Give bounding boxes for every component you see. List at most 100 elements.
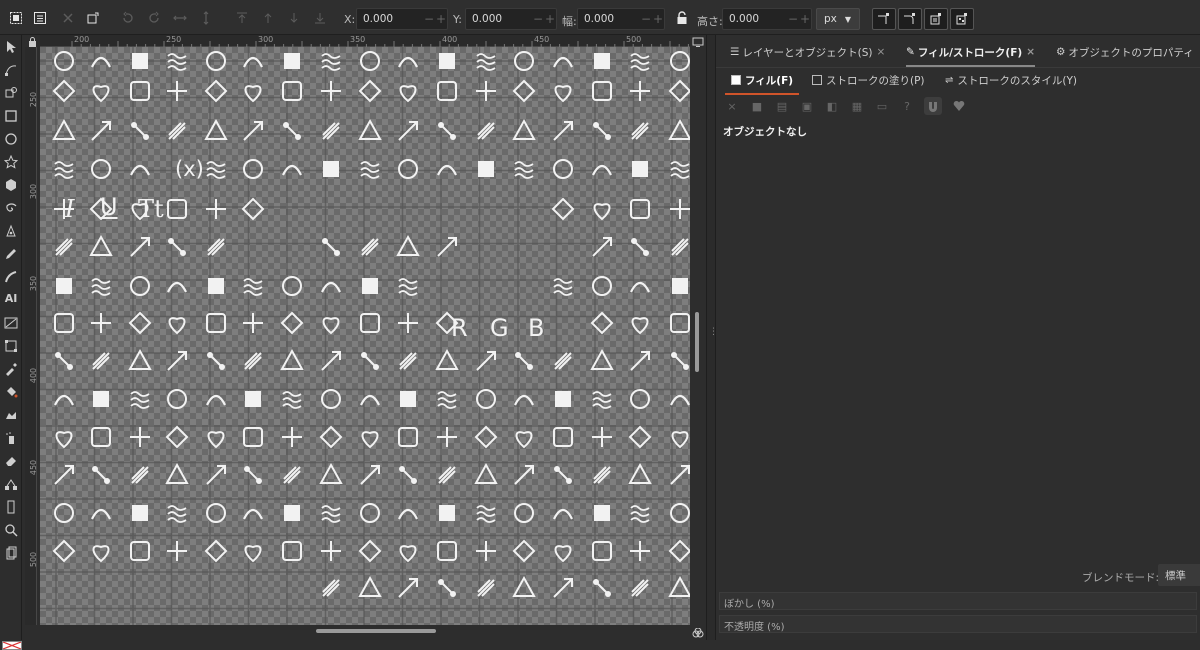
scale-patterns-icon[interactable] — [950, 8, 974, 30]
sheet-icon[interactable] — [239, 309, 267, 337]
rectangle-tool-icon[interactable] — [3, 108, 19, 124]
sheet-icon[interactable] — [549, 47, 577, 75]
y-increment-icon[interactable]: + — [544, 12, 556, 26]
sheet-icon[interactable] — [87, 117, 115, 145]
sheet-icon[interactable] — [510, 537, 538, 565]
sheet-icon[interactable] — [626, 574, 654, 602]
sheet-icon[interactable] — [239, 155, 267, 183]
sheet-icon[interactable] — [588, 461, 616, 489]
sheet-icon[interactable] — [394, 537, 422, 565]
sheet-icon[interactable] — [472, 423, 500, 451]
touch-select-icon[interactable] — [83, 8, 103, 28]
sheet-icon[interactable] — [87, 423, 115, 451]
sheet-icon[interactable] — [394, 461, 422, 489]
sheet-icon[interactable] — [163, 117, 191, 145]
sheet-icon[interactable] — [666, 499, 690, 527]
text-style-glyph[interactable]: Tt — [138, 195, 164, 223]
sheet-icon[interactable] — [87, 499, 115, 527]
sheet-icon[interactable] — [317, 461, 345, 489]
scale-stroke-icon[interactable] — [872, 8, 896, 30]
unset-paint-button[interactable]: ? — [898, 97, 916, 115]
sheet-icon[interactable] — [588, 272, 616, 300]
tweak-tool-icon[interactable] — [3, 85, 19, 101]
sheet-icon[interactable] — [356, 574, 384, 602]
sheet-icon[interactable] — [278, 461, 306, 489]
vertical-scrollbar[interactable] — [695, 312, 699, 372]
opacity-slider[interactable]: 不透明度 (%) — [719, 615, 1197, 633]
sheet-icon[interactable] — [50, 347, 78, 375]
select-all-icon[interactable] — [6, 8, 26, 28]
sheet-icon[interactable] — [278, 117, 306, 145]
sheet-icon[interactable] — [549, 347, 577, 375]
sheet-icon[interactable] — [510, 423, 538, 451]
sheet-icon[interactable] — [317, 47, 345, 75]
x-field[interactable]: 0.000 − + — [356, 8, 448, 30]
sheet-icon[interactable] — [50, 385, 78, 413]
sheet-icon[interactable] — [433, 461, 461, 489]
sheet-icon[interactable] — [278, 47, 306, 75]
fill-rule-evenodd-button[interactable] — [924, 97, 942, 115]
sheet-icon[interactable] — [126, 461, 154, 489]
sheet-icon[interactable] — [126, 499, 154, 527]
tweak-objects-tool-icon[interactable] — [3, 407, 19, 423]
subtab-stroke-paint[interactable]: ストロークの塗り(P) — [812, 70, 925, 90]
sheet-icon[interactable] — [626, 499, 654, 527]
x-increment-icon[interactable]: + — [435, 12, 447, 26]
horizontal-scrollbar[interactable] — [316, 629, 436, 633]
connector-tool-icon[interactable] — [3, 476, 19, 492]
scale-gradients-icon[interactable] — [924, 8, 948, 30]
sheet-icon[interactable] — [317, 233, 345, 261]
sheet-icon[interactable] — [666, 537, 690, 565]
sheet-icon[interactable] — [87, 347, 115, 375]
lower-icon[interactable] — [284, 8, 304, 28]
sheet-icon[interactable] — [510, 117, 538, 145]
sheet-icon[interactable] — [394, 309, 422, 337]
node-tool-icon[interactable] — [3, 62, 19, 78]
sheet-icon[interactable] — [510, 461, 538, 489]
sheet-icon[interactable] — [126, 233, 154, 261]
linear-gradient-button[interactable]: ▤ — [773, 97, 791, 115]
bezier-pen-tool-icon[interactable] — [3, 223, 19, 239]
italic-glyph[interactable]: I — [65, 195, 74, 223]
sheet-icon[interactable] — [433, 155, 461, 183]
sheet-icon[interactable] — [87, 461, 115, 489]
canvas[interactable]: I U Tt (x) R G B — [40, 47, 690, 625]
sheet-icon[interactable] — [317, 155, 345, 183]
sheet-icon[interactable] — [472, 155, 500, 183]
sheet-icon[interactable] — [163, 423, 191, 451]
sheet-icon[interactable] — [394, 272, 422, 300]
sheet-icon[interactable] — [588, 233, 616, 261]
blue-channel-glyph[interactable]: B — [528, 314, 544, 342]
sheet-icon[interactable] — [588, 117, 616, 145]
height-decrement-icon[interactable]: − — [787, 12, 799, 26]
sheet-icon[interactable] — [394, 77, 422, 105]
sheet-icon[interactable] — [394, 499, 422, 527]
sheet-icon[interactable] — [317, 272, 345, 300]
pages-tool-icon[interactable] — [3, 545, 19, 561]
sheet-icon[interactable] — [202, 347, 230, 375]
sheet-icon[interactable] — [202, 385, 230, 413]
sheet-icon[interactable] — [666, 195, 690, 223]
sheet-icon[interactable] — [433, 537, 461, 565]
sheet-icon[interactable] — [626, 347, 654, 375]
sheet-icon[interactable] — [87, 47, 115, 75]
sheet-icon[interactable] — [87, 233, 115, 261]
sheet-icon[interactable] — [394, 347, 422, 375]
raise-to-top-icon[interactable] — [232, 8, 252, 28]
sheet-icon[interactable] — [239, 77, 267, 105]
sheet-icon[interactable] — [510, 385, 538, 413]
sheet-icon[interactable] — [239, 423, 267, 451]
sheet-icon[interactable] — [433, 574, 461, 602]
sheet-icon[interactable] — [202, 309, 230, 337]
sheet-icon[interactable] — [472, 47, 500, 75]
sheet-icon[interactable] — [239, 272, 267, 300]
flip-vertical-icon[interactable] — [196, 8, 216, 28]
scale-corners-icon[interactable] — [898, 8, 922, 30]
sheet-icon[interactable] — [626, 423, 654, 451]
sheet-icon[interactable] — [394, 233, 422, 261]
sheet-icon[interactable] — [588, 77, 616, 105]
sheet-icon[interactable] — [433, 423, 461, 451]
width-value[interactable]: 0.000 — [578, 13, 640, 25]
sheet-icon[interactable] — [356, 347, 384, 375]
sheet-icon[interactable] — [126, 47, 154, 75]
